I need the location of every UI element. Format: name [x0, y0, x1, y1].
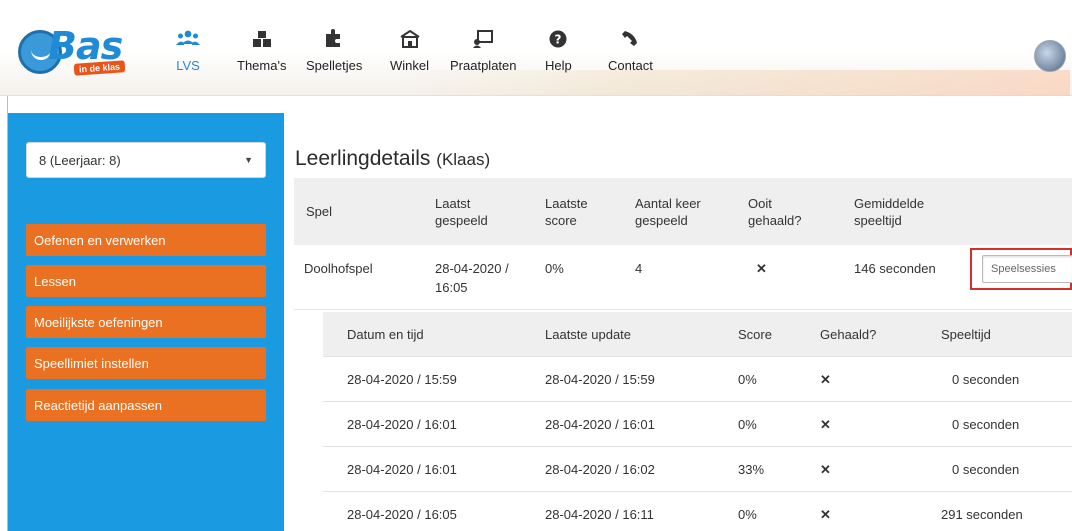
header-decoration [380, 70, 1070, 96]
page: Bas in de klas LVS Thema's Spelletjes Wi… [0, 0, 1072, 531]
nav-label: Thema's [237, 58, 287, 73]
cell-speeltijd: 0 seconden [952, 372, 1020, 387]
cell-datum: 28-04-2020 / 16:05 [347, 507, 457, 522]
header-speeltijd: Speeltijd [941, 327, 991, 342]
cell-aantal: 4 [635, 261, 643, 276]
users-icon [176, 26, 200, 48]
cross-icon: ✕ [756, 261, 767, 276]
svg-text:?: ? [555, 33, 562, 47]
header-gemiddelde-speeltijd: Gemiddelde speeltijd [854, 195, 925, 228]
header-gehaald: Gehaald? [820, 327, 877, 342]
page-title-student: (Klaas) [436, 150, 491, 169]
cell-laatste-update: 28-04-2020 / 16:01 [545, 417, 655, 432]
cell-gemiddelde-speeltijd: 146 seconden [854, 261, 936, 276]
nav-label: Help [545, 58, 572, 73]
sessions-row[interactable]: 28-04-2020 / 15:59 28-04-2020 / 15:59 0%… [323, 357, 1072, 402]
game-table: Spel Laatst gespeeld Laatste score Aanta… [294, 178, 1072, 310]
cell-laatst-gespeeld: 28-04-2020 / 16:05 [435, 261, 509, 295]
cell-datum: 28-04-2020 / 16:01 [347, 462, 457, 477]
nav-item-praatplaten[interactable]: Praatplaten [450, 26, 517, 73]
top-header: Bas in de klas LVS Thema's Spelletjes Wi… [0, 0, 1072, 96]
nav-label: Praatplaten [450, 58, 517, 73]
nav-item-lvs[interactable]: LVS [176, 26, 200, 73]
nav-item-themas[interactable]: Thema's [237, 26, 286, 73]
cell-score: 0% [738, 507, 757, 522]
speellimiet-instellen-button[interactable]: Speellimiet instellen [26, 347, 266, 379]
header-ooit-gehaald: Ooit gehaald? [748, 195, 802, 228]
sessions-header: Datum en tijd Laatste update Score Gehaa… [323, 312, 1072, 357]
store-icon [399, 26, 420, 48]
table-row[interactable]: Doolhofspel 28-04-2020 / 16:05 0% 4 ✕ 14… [294, 245, 1072, 310]
nav-label: Winkel [390, 58, 430, 73]
chevron-down-icon: ▼ [244, 155, 253, 165]
avatar[interactable] [1034, 40, 1066, 72]
sessions-table: Datum en tijd Laatste update Score Gehaa… [323, 312, 1072, 531]
puzzle-icon [324, 26, 344, 48]
nav-item-winkel[interactable]: Winkel [390, 26, 429, 73]
nav-item-contact[interactable]: Contact [608, 26, 653, 73]
question-icon: ? [549, 26, 567, 48]
cell-score: 0% [738, 417, 757, 432]
cross-icon: ✕ [820, 506, 831, 522]
class-select-value: 8 (Leerjaar: 8) [39, 152, 121, 168]
reactietijd-aanpassen-button[interactable]: Reactietijd aanpassen [26, 389, 266, 421]
header-datum-en-tijd: Datum en tijd [347, 327, 424, 342]
cell-datum: 28-04-2020 / 15:59 [347, 372, 457, 387]
blocks-icon [252, 26, 272, 48]
cell-datum: 28-04-2020 / 16:01 [347, 417, 457, 432]
cell-laatste-score: 0% [545, 261, 564, 276]
oefenen-en-verwerken-button[interactable]: Oefenen en verwerken [26, 224, 266, 256]
sessions-row[interactable]: 28-04-2020 / 16:05 28-04-2020 / 16:11 0%… [323, 492, 1072, 531]
nav-item-spelletjes[interactable]: Spelletjes [306, 26, 362, 73]
cell-score: 33% [738, 462, 765, 477]
speelsessies-button[interactable]: Speelsessies [982, 255, 1072, 283]
cell-score: 0% [738, 372, 757, 387]
header-laatste-update: Laatste update [545, 327, 632, 342]
logo[interactable]: Bas in de klas [18, 24, 142, 78]
cell-spel: Doolhofspel [304, 261, 373, 276]
nav-label: LVS [176, 58, 200, 73]
cross-icon: ✕ [820, 371, 831, 387]
sessions-row[interactable]: 28-04-2020 / 16:01 28-04-2020 / 16:02 33… [323, 447, 1072, 492]
picture-board-icon [473, 26, 494, 48]
cell-speeltijd: 0 seconden [952, 462, 1020, 477]
logo-tag: in de klas [73, 60, 126, 76]
moeilijkste-oefeningen-button[interactable]: Moeilijkste oefeningen [26, 306, 266, 338]
class-select[interactable]: 8 (Leerjaar: 8) ▼ [26, 142, 266, 178]
nav-label: Contact [608, 58, 653, 73]
header-score: Score [738, 327, 772, 342]
cell-speeltijd: 0 seconden [952, 417, 1020, 432]
page-title-main: Leerlingdetails [295, 147, 431, 170]
lessen-button[interactable]: Lessen [26, 265, 266, 297]
nav-label: Spelletjes [306, 58, 363, 73]
cell-speeltijd: 291 seconden [941, 507, 1023, 522]
sessions-row[interactable]: 28-04-2020 / 16:01 28-04-2020 / 16:01 0%… [323, 402, 1072, 447]
cross-icon: ✕ [820, 416, 831, 432]
header-laatste-score: Laatste score [545, 195, 588, 228]
cell-laatste-update: 28-04-2020 / 15:59 [545, 372, 655, 387]
cell-laatste-update: 28-04-2020 / 16:11 [545, 507, 654, 522]
page-title: Leerlingdetails (Klaas) [295, 147, 490, 171]
header-laatst-gespeeld: Laatst gespeeld [435, 195, 488, 228]
header-spel: Spel [306, 204, 333, 219]
table-header: Spel Laatst gespeeld Laatste score Aanta… [294, 178, 1072, 245]
cross-icon: ✕ [820, 461, 831, 477]
header-aantal-keer-gespeeld: Aantal keer gespeeld [635, 195, 701, 228]
phone-icon [621, 26, 639, 48]
nav-item-help[interactable]: ? Help [545, 26, 572, 73]
cell-laatste-update: 28-04-2020 / 16:02 [545, 462, 655, 477]
